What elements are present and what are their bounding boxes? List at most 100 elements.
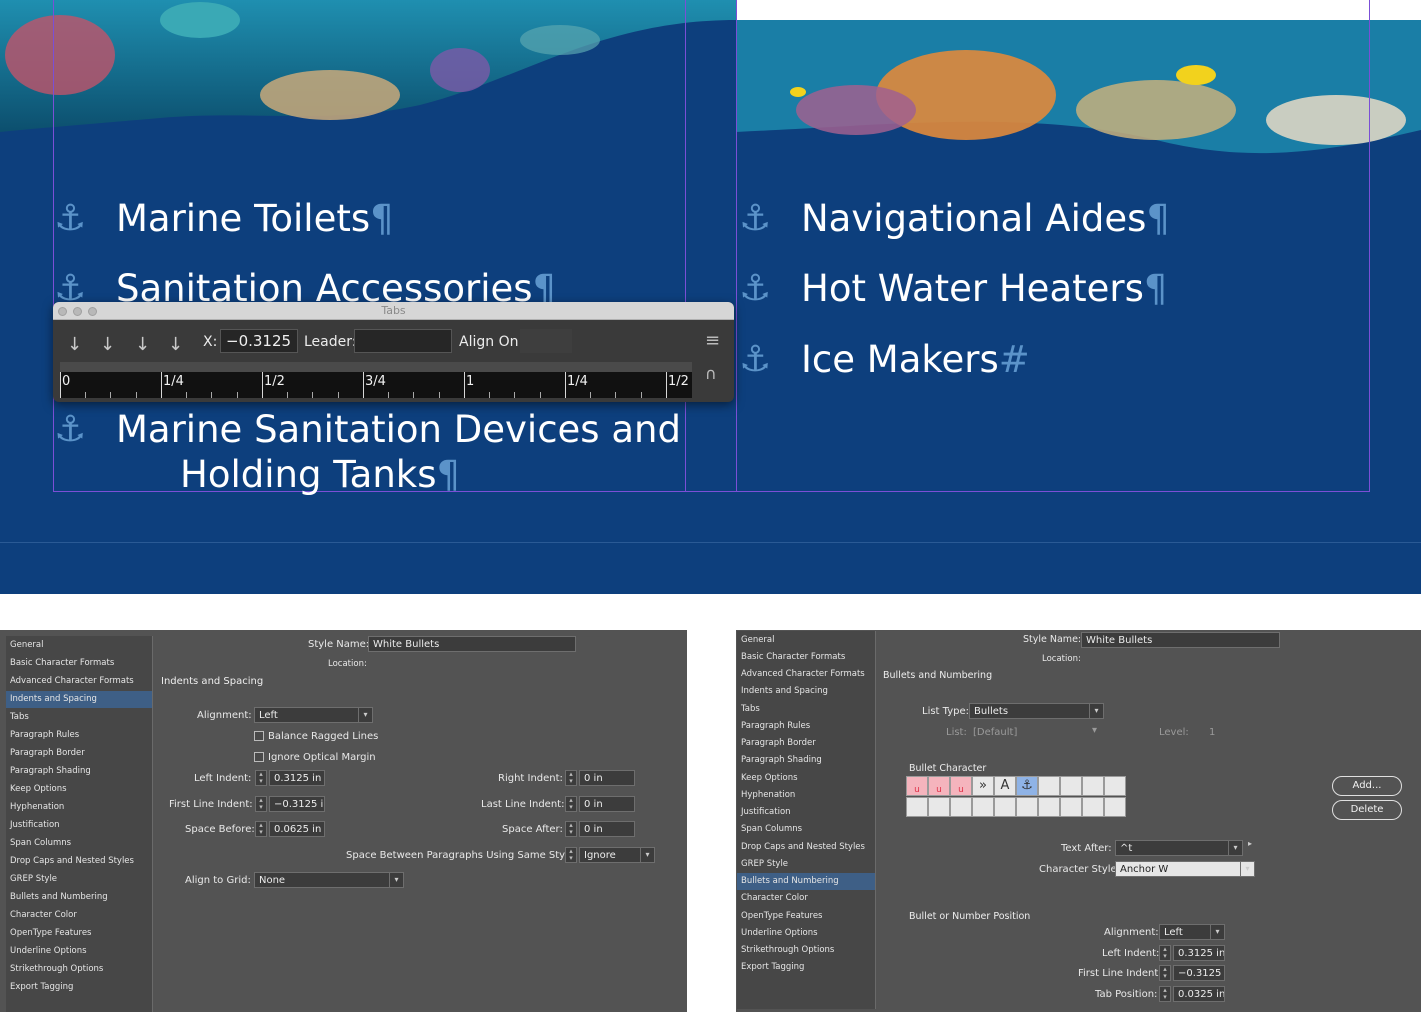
category-item[interactable]: Indents and Spacing — [737, 683, 875, 700]
x-position-input[interactable]: −0.3125 i — [220, 329, 298, 353]
last-line-indent-field[interactable]: 0 in — [579, 796, 635, 812]
category-item[interactable]: Hyphenation — [737, 787, 875, 804]
bullet-cell[interactable] — [950, 797, 972, 817]
space-before-stepper[interactable]: ▴ ▾ — [255, 821, 267, 837]
position-left-indent-stepper[interactable]: ▴ ▾ — [1159, 945, 1171, 961]
left-justified-tab-icon[interactable]: ↓ — [67, 334, 82, 355]
category-item-selected[interactable]: Bullets and Numbering — [737, 873, 875, 890]
bullet-cell[interactable]: u — [928, 776, 950, 796]
right-justified-tab-icon[interactable]: ↓ — [135, 334, 150, 355]
tab-stop-strip[interactable] — [60, 362, 692, 372]
add-button[interactable]: Add... — [1332, 776, 1402, 796]
category-item[interactable]: Basic Character Formats — [737, 649, 875, 666]
bullet-cell[interactable] — [1038, 776, 1060, 796]
position-first-line-field[interactable]: −0.3125 in — [1173, 965, 1225, 981]
category-item[interactable]: General — [6, 637, 152, 654]
bullet-cell[interactable]: u — [906, 776, 928, 796]
bullet-cell[interactable]: u — [950, 776, 972, 796]
bullet-cell[interactable] — [928, 797, 950, 817]
paragraph-style-options-indents[interactable]: General Basic Character Formats Advanced… — [0, 630, 687, 1012]
category-item[interactable]: Drop Caps and Nested Styles — [737, 839, 875, 856]
tab-position-field[interactable]: 0.0325 in — [1173, 986, 1225, 1002]
list-item-continuation[interactable]: Holding Tanks¶ — [180, 452, 460, 498]
category-item[interactable]: Advanced Character Formats — [6, 673, 152, 690]
center-justified-tab-icon[interactable]: ↓ — [100, 334, 115, 355]
category-item[interactable]: Paragraph Border — [6, 745, 152, 762]
category-item-selected[interactable]: Indents and Spacing — [6, 691, 152, 708]
category-item[interactable]: Character Color — [6, 907, 152, 924]
style-name-field[interactable]: White Bullets — [368, 636, 576, 652]
category-item[interactable]: Keep Options — [6, 781, 152, 798]
paragraph-style-options-bullets[interactable]: General Basic Character Formats Advanced… — [736, 630, 1421, 1012]
document-canvas[interactable]: ⚓ Marine Toilets¶ ⚓ Sanitation Accessori… — [0, 0, 1421, 594]
category-item[interactable]: OpenType Features — [737, 908, 875, 925]
position-alignment-select[interactable]: Left ▾ — [1159, 924, 1225, 940]
alignment-select[interactable]: Left ▾ — [254, 707, 373, 723]
bullet-cell[interactable] — [1038, 797, 1060, 817]
category-item[interactable]: Drop Caps and Nested Styles — [6, 853, 152, 870]
category-item[interactable]: Strikethrough Options — [6, 961, 152, 978]
category-item[interactable]: Bullets and Numbering — [6, 889, 152, 906]
list-item[interactable]: ⚓ Hot Water Heaters¶ — [739, 266, 1167, 312]
list-item[interactable]: ⚓ Marine Toilets¶ — [54, 196, 394, 242]
category-item[interactable]: Export Tagging — [737, 959, 875, 976]
bullet-cell[interactable] — [1060, 776, 1082, 796]
bullet-cell[interactable] — [972, 797, 994, 817]
style-name-field[interactable]: White Bullets — [1081, 632, 1280, 648]
leader-input[interactable] — [354, 329, 452, 353]
right-indent-field[interactable]: 0 in — [579, 770, 635, 786]
list-item[interactable]: ⚓ Navigational Aides¶ — [739, 196, 1170, 242]
category-item[interactable]: Span Columns — [737, 821, 875, 838]
category-item[interactable]: Hyphenation — [6, 799, 152, 816]
category-item[interactable]: Basic Character Formats — [6, 655, 152, 672]
category-item[interactable]: Paragraph Rules — [737, 718, 875, 735]
bullet-cell[interactable] — [1060, 797, 1082, 817]
category-item[interactable]: Underline Options — [6, 943, 152, 960]
category-item[interactable]: Justification — [737, 804, 875, 821]
right-indent-stepper[interactable]: ▴ ▾ — [565, 770, 577, 786]
category-item[interactable]: Strikethrough Options — [737, 942, 875, 959]
space-after-field[interactable]: 0 in — [579, 821, 635, 837]
panel-menu-icon[interactable]: ≡ — [705, 330, 720, 351]
text-after-select[interactable]: ^t ▾ — [1115, 840, 1243, 856]
category-item[interactable]: Paragraph Shading — [6, 763, 152, 780]
category-item[interactable]: OpenType Features — [6, 925, 152, 942]
ignore-optical-checkbox[interactable] — [254, 752, 264, 762]
category-item[interactable]: Tabs — [737, 701, 875, 718]
category-item[interactable]: Tabs — [6, 709, 152, 726]
space-between-stepper[interactable]: ▴ ▾ — [565, 847, 577, 863]
list-item[interactable]: ⚓ Ice Makers# — [739, 337, 1030, 383]
first-line-indent-stepper[interactable]: ▴ ▾ — [255, 796, 267, 812]
category-item[interactable]: GREP Style — [6, 871, 152, 888]
tabs-titlebar[interactable]: Tabs — [53, 302, 734, 320]
bullet-cell[interactable]: » — [972, 776, 994, 796]
bullet-cell[interactable] — [1082, 776, 1104, 796]
bullet-cell[interactable] — [906, 797, 928, 817]
category-item[interactable]: Underline Options — [737, 925, 875, 942]
bullet-cell[interactable] — [1104, 776, 1126, 796]
bullet-cell[interactable] — [1104, 797, 1126, 817]
tab-ruler[interactable]: 0 1/4 1/2 3/4 1 1/4 1/2 — [60, 372, 692, 398]
bullet-cell[interactable] — [1082, 797, 1104, 817]
category-item[interactable]: Span Columns — [6, 835, 152, 852]
bullet-cell[interactable] — [1016, 797, 1038, 817]
category-item[interactable]: General — [737, 632, 875, 649]
category-item[interactable]: Keep Options — [737, 770, 875, 787]
character-style-select[interactable]: Anchor W ▾ — [1115, 861, 1255, 877]
list-item[interactable]: ⚓ Marine Sanitation Devices and — [54, 407, 681, 453]
category-list[interactable]: General Basic Character Formats Advanced… — [6, 636, 153, 1012]
delete-button[interactable]: Delete — [1332, 800, 1402, 820]
category-item[interactable]: GREP Style — [737, 856, 875, 873]
align-on-input[interactable] — [520, 329, 572, 353]
align-to-decimal-tab-icon[interactable]: ↓ — [168, 334, 183, 355]
bullet-cell[interactable]: A — [994, 776, 1016, 796]
bullet-cell-selected[interactable]: ⚓ — [1016, 776, 1038, 796]
first-line-indent-field[interactable]: −0.3125 in — [269, 796, 325, 812]
list-type-select[interactable]: Bullets ▾ — [969, 703, 1104, 719]
align-to-grid-select[interactable]: None ▾ — [254, 872, 404, 888]
tab-position-stepper[interactable]: ▴ ▾ — [1159, 986, 1171, 1002]
category-item[interactable]: Paragraph Rules — [6, 727, 152, 744]
category-item[interactable]: Paragraph Shading — [737, 752, 875, 769]
bullet-cell[interactable] — [994, 797, 1016, 817]
category-item[interactable]: Paragraph Border — [737, 735, 875, 752]
